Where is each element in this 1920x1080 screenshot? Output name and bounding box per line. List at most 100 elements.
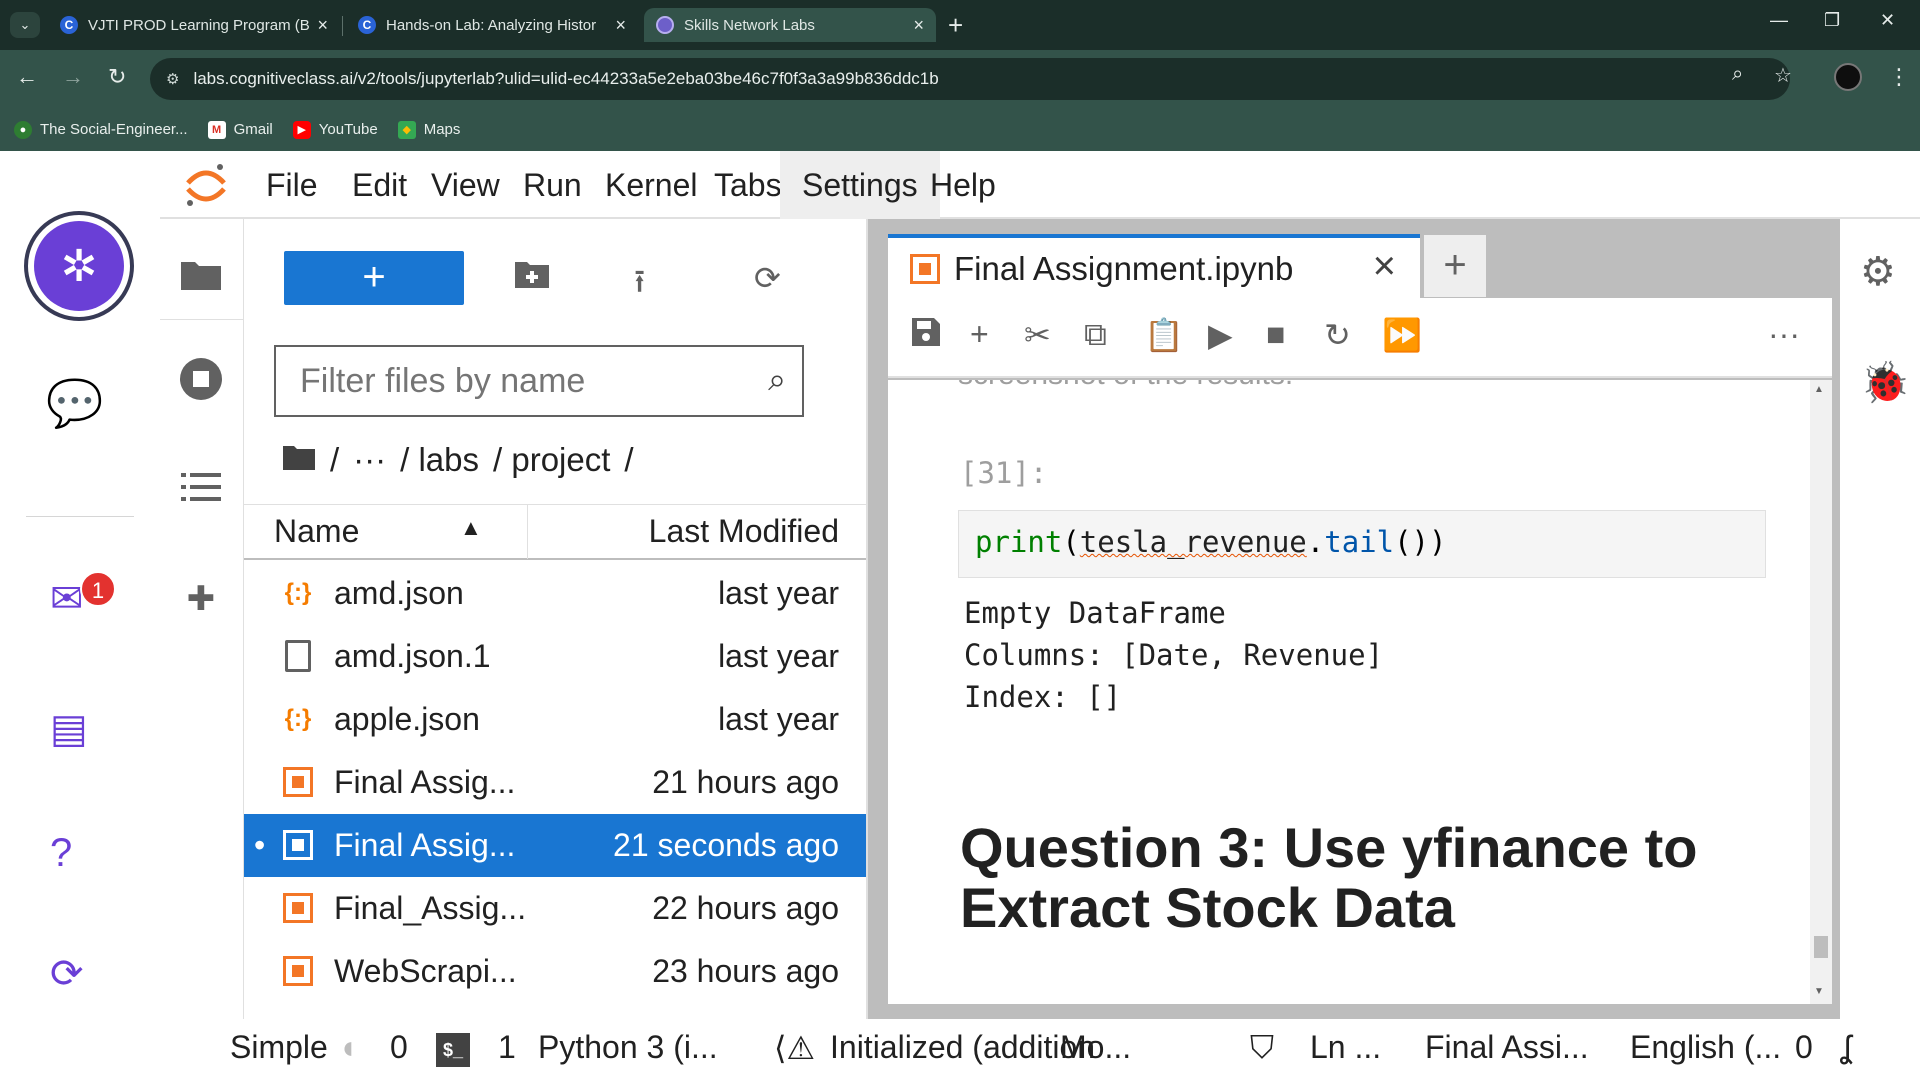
- inbox-icon[interactable]: ✉: [50, 576, 84, 622]
- cell-output: Empty DataFrame Columns: [Date, Revenue] I…: [964, 596, 1384, 714]
- scroll-down-icon[interactable]: ▼: [1814, 986, 1824, 997]
- close-window-icon[interactable]: ✕: [1880, 10, 1895, 31]
- jupyter-menubar: File Edit View Run Kernel Tabs Settings …: [160, 151, 1920, 219]
- browser-menu-icon[interactable]: ⋮: [1888, 64, 1910, 90]
- breadcrumb-ellipsis[interactable]: ···: [353, 441, 386, 479]
- jupyterlab-app: ✲ 💬 ✉ 1 ▤ ? ⟳ File Edit View Run Kernel …: [0, 151, 1920, 1080]
- language-selector[interactable]: English (...: [1630, 1029, 1781, 1066]
- refresh-icon[interactable]: ⟳: [754, 259, 781, 297]
- menu-file[interactable]: File: [244, 151, 340, 219]
- new-tab-button[interactable]: +: [948, 10, 963, 41]
- new-folder-icon[interactable]: [514, 259, 550, 297]
- bookmark-star-icon[interactable]: ☆: [1774, 63, 1792, 88]
- skills-network-logo[interactable]: ✲: [24, 211, 134, 321]
- file-row[interactable]: amd.json.1 last year: [244, 625, 866, 688]
- paste-icon[interactable]: 📋: [1144, 316, 1184, 354]
- code-cell-editor[interactable]: print(tesla_revenue.tail()): [958, 510, 1766, 578]
- restart-run-all-icon[interactable]: ⏩: [1382, 316, 1422, 354]
- breadcrumb-labs[interactable]: / labs: [400, 441, 479, 479]
- file-row-selected[interactable]: • Final Assig... 21 seconds ago: [244, 814, 866, 877]
- address-bar[interactable]: ⚙ labs.cognitiveclass.ai/v2/tools/jupyte…: [150, 58, 1790, 100]
- notebook-tab[interactable]: Final Assignment.ipynb ×: [888, 234, 1420, 298]
- notebook-icon: [282, 891, 314, 925]
- scrollbar-thumb[interactable]: [1814, 936, 1828, 958]
- name-column-header[interactable]: Name: [274, 513, 359, 550]
- upload-icon[interactable]: ⭱: [634, 259, 645, 313]
- breadcrumb-root[interactable]: /: [330, 441, 339, 479]
- file-row[interactable]: Final_Assig... 22 hours ago: [244, 877, 866, 940]
- file-row[interactable]: {:} apple.json last year: [244, 688, 866, 751]
- stop-icon[interactable]: ■: [1266, 316, 1285, 353]
- sort-ascending-icon: ▲: [460, 515, 482, 540]
- markdown-cut-off-text: screenshot of the results.: [958, 380, 1293, 392]
- skills-network-sidebar: ✲ 💬 ✉ 1 ▤ ? ⟳: [0, 151, 160, 1080]
- copy-icon[interactable]: ⧉: [1084, 316, 1107, 354]
- file-row[interactable]: {:} amd.json last year: [244, 562, 866, 625]
- new-launcher-button[interactable]: +: [284, 251, 464, 305]
- filter-files-input[interactable]: Filter files by name ⌕: [274, 345, 804, 417]
- ai-chat-icon[interactable]: 💬: [46, 376, 103, 431]
- minimize-icon[interactable]: —: [1770, 10, 1788, 31]
- notebook-content[interactable]: screenshot of the results. [31]: print(t…: [888, 380, 1832, 1004]
- last-modified-column-header[interactable]: Last Modified: [649, 513, 839, 550]
- simple-mode-toggle[interactable]: ◖: [338, 1029, 357, 1066]
- menu-help[interactable]: Help: [908, 151, 1018, 219]
- debugger-bug-icon[interactable]: 🐞: [1860, 359, 1910, 406]
- running-terminals-icon[interactable]: [176, 354, 226, 404]
- sync-icon[interactable]: ⟳: [50, 951, 84, 997]
- notebook-icon: [282, 828, 314, 862]
- close-tab-icon[interactable]: ×: [913, 15, 924, 36]
- line-col-indicator[interactable]: Ln ...: [1310, 1029, 1381, 1066]
- file-row[interactable]: Final Assig... 21 hours ago: [244, 751, 866, 814]
- url-text: labs.cognitiveclass.ai/v2/tools/jupyterl…: [193, 69, 939, 88]
- close-tab-icon[interactable]: ×: [615, 15, 626, 36]
- close-tab-icon[interactable]: ×: [317, 15, 328, 36]
- extensions-puzzle-icon[interactable]: ✚: [176, 574, 226, 624]
- close-tab-icon[interactable]: ×: [1373, 244, 1396, 289]
- cut-icon[interactable]: ✂: [1024, 316, 1051, 354]
- save-icon[interactable]: [910, 316, 942, 356]
- back-icon[interactable]: ←: [16, 64, 38, 90]
- bookmark-gmail[interactable]: M Gmail: [207, 120, 273, 139]
- reload-icon[interactable]: ↻: [108, 64, 126, 90]
- tab-search-button[interactable]: ⌄: [10, 12, 40, 38]
- run-icon[interactable]: ▶: [1208, 316, 1233, 354]
- news-icon[interactable]: ▤: [50, 706, 88, 752]
- lsp-status[interactable]: Initialized (addition: [830, 1029, 1095, 1066]
- zoom-icon[interactable]: ⌕: [1732, 63, 1743, 86]
- profile-avatar[interactable]: [1834, 63, 1862, 91]
- bell-icon[interactable]: ʆ: [1840, 1029, 1851, 1066]
- kernel-status[interactable]: Python 3 (i...: [538, 1029, 718, 1066]
- right-activity-bar: ⚙ 🐞: [1840, 219, 1920, 1019]
- bookmark-social-engineer[interactable]: ● The Social-Engineer...: [14, 120, 188, 139]
- browser-tab-vjti[interactable]: C VJTI PROD Learning Program (B ×: [48, 8, 340, 42]
- restart-kernel-icon[interactable]: ↻: [1324, 316, 1351, 354]
- folder-icon[interactable]: [176, 249, 226, 299]
- file-row[interactable]: WebScrapi... 23 hours ago: [244, 940, 866, 1003]
- scroll-up-icon[interactable]: ▲: [1814, 384, 1824, 395]
- bookmark-youtube[interactable]: ▶ YouTube: [292, 120, 378, 139]
- help-icon[interactable]: ?: [50, 831, 72, 876]
- tree-icon: ✲: [34, 221, 124, 311]
- coursera-favicon-icon: C: [358, 16, 376, 34]
- input-prompt: [31]:: [960, 456, 1048, 490]
- notifications-count[interactable]: 0: [1795, 1029, 1813, 1066]
- browser-tab-skills-network[interactable]: Skills Network Labs ×: [644, 8, 936, 42]
- table-of-contents-icon[interactable]: [176, 462, 226, 512]
- more-options-icon[interactable]: ···: [1768, 316, 1800, 353]
- home-folder-icon[interactable]: [282, 441, 316, 479]
- lsp-status-icon: ⟨⚠: [774, 1030, 816, 1066]
- insert-cell-icon[interactable]: +: [970, 316, 989, 353]
- forward-icon[interactable]: →: [62, 64, 84, 90]
- site-settings-icon[interactable]: ⚙: [166, 70, 179, 88]
- search-icon: ⌕: [768, 361, 786, 397]
- browser-tab-hands-on-lab[interactable]: C Hands-on Lab: Analyzing Histor ×: [346, 8, 638, 42]
- notebook-scrollbar[interactable]: ▲ ▼: [1810, 380, 1832, 1004]
- column-divider[interactable]: [527, 505, 528, 559]
- restore-icon[interactable]: ❐: [1824, 10, 1840, 31]
- bookmark-maps[interactable]: ◆ Maps: [397, 120, 460, 139]
- property-inspector-gears-icon[interactable]: ⚙: [1860, 249, 1896, 295]
- new-launcher-tab-button[interactable]: +: [1424, 235, 1486, 297]
- breadcrumb-project[interactable]: / project: [493, 441, 610, 479]
- terminal-icon[interactable]: $_: [436, 1029, 470, 1067]
